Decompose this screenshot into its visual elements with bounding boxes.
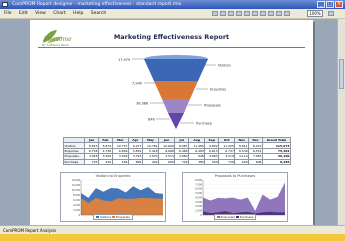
proposals-purchases-chart: 8,000 7,000 6,000 5,000 4,000 3,000 2,000 1,000… (182, 172, 288, 222)
report-title: Marketing Effectiveness Report (113, 33, 230, 41)
vertical-scrollbar[interactable] (337, 19, 345, 225)
y-tick-label: 10,000 (72, 189, 81, 192)
menu-file[interactable]: File (4, 11, 12, 16)
app-icon (2, 2, 8, 7)
y-tick-label: 3,000 (195, 201, 202, 204)
table-cell: 590 (204, 158, 220, 165)
legend-item: Proposals Purchase (213, 214, 257, 220)
app-window: ComPROM Report designer - marketing effe… (0, 0, 345, 234)
legend-swatch (235, 216, 239, 218)
visitors-enquiries-chart: 14,000 12,000 10,000 8,000 6,000 4,000 2,000 0 … (60, 172, 166, 222)
funnel-label-visitors: Visitors (218, 64, 231, 68)
table-cell: 594 (111, 158, 130, 165)
table-cell: 600 (234, 158, 250, 165)
y-tick-label: 4,000 (195, 196, 202, 199)
toolbar-redo-icon[interactable] (220, 11, 226, 16)
menu-search[interactable]: Search (91, 11, 106, 16)
table-cell: 402 (141, 158, 160, 165)
legend-label: Visitors (100, 215, 112, 219)
funnel-value-enquiries: 7,940 (132, 82, 142, 86)
status-bar: ComPROM Report Analysis (0, 225, 345, 234)
legend-label: Proposals (220, 215, 235, 219)
window-title: ComPROM Report designer - marketing effe… (12, 2, 182, 7)
funnel-value-visitors: 17,979 (118, 58, 130, 62)
grand-total-cell: 8,465 (261, 158, 292, 165)
toolbar-export-icon[interactable] (276, 11, 282, 16)
y-tick-label: 6,000 (195, 188, 202, 191)
status-text: ComPROM Report Analysis (3, 228, 57, 233)
table-cell: 605 (158, 158, 176, 165)
toolbar-undo-icon[interactable] (212, 11, 218, 16)
funnel-label-proposals: Proposals (204, 104, 221, 108)
menu-edit[interactable]: Edit (19, 11, 28, 16)
toolbar-table-icon[interactable] (268, 11, 274, 16)
y-tick-label: 12,000 (72, 184, 81, 187)
funnel-chart: 17,979 Visitors 7,940 Enquiries 36,086 P… (118, 55, 231, 129)
toolbar-print-icon[interactable] (252, 11, 258, 16)
y-tick-label: 5,000 (195, 192, 202, 195)
y-tick-label: 2,000 (195, 205, 202, 208)
table-cell: 608 (248, 158, 263, 165)
funnel-label-enquiries: Enquiries (210, 88, 226, 92)
y-tick-label: 8,000 (195, 179, 202, 182)
funnel-segment-enquiries (154, 81, 198, 99)
funnel-value-purchase: 846 (148, 118, 155, 122)
funnel-segment-proposals (162, 99, 190, 113)
y-tick-label: 2,000 (73, 209, 80, 212)
y-tick-label: 4,000 (73, 204, 80, 207)
menu-view[interactable]: View (35, 11, 46, 16)
y-tick-label: 1,000 (195, 210, 202, 213)
toolbar-chart-icon[interactable] (260, 11, 266, 16)
toolbar-copy-icon[interactable] (236, 11, 242, 16)
y-tick-label: 8,000 (73, 194, 80, 197)
table-cell: 795 (84, 158, 99, 165)
toolbar-cut-icon[interactable] (228, 11, 234, 16)
legend-swatch (216, 216, 220, 218)
table-cell: 420 (97, 158, 113, 165)
table-cell: 896 (128, 158, 143, 165)
funnel-segment-purchase (168, 113, 184, 129)
funnel-label-purchase: Purchase (196, 122, 212, 126)
funnel-segment-visitors (144, 59, 208, 81)
menu-chart[interactable]: Chart (53, 11, 65, 16)
menu-bar: File Edit View Chart Help Search (0, 9, 345, 19)
title-bar: ComPROM Report designer - marketing effe… (0, 0, 345, 9)
chart-legend: Visitors Enquiries (61, 214, 165, 220)
chart-title: Visitors to Enquiries (95, 174, 131, 178)
y-tick-label: 6,000 (73, 199, 80, 202)
table-row: Purchase 795 420 594 896 402 605 726 385… (62, 158, 292, 165)
title-divider (38, 47, 305, 48)
toolbar-settings-icon[interactable] (284, 11, 290, 16)
series-area-enquiries (81, 197, 163, 215)
row-label: Purchase (62, 158, 86, 165)
scrollbar-thumb[interactable] (339, 59, 344, 89)
report-page: Awesome By Software Team Marketing Effec… (30, 20, 313, 226)
close-button[interactable]: × (335, 1, 343, 8)
maximize-button[interactable]: □ (326, 1, 334, 8)
zoom-select[interactable]: 100% (307, 10, 323, 17)
legend-label: Purchase (239, 215, 254, 219)
legend-label: Enquiries (116, 215, 130, 219)
toolbar-help-icon[interactable] (328, 11, 334, 16)
table-cell: 726 (174, 158, 190, 165)
table-cell: 736 (218, 158, 236, 165)
legend-item: Visitors Enquiries (93, 214, 133, 220)
y-tick-label: 7,000 (195, 183, 202, 186)
series-area-proposals (203, 182, 285, 215)
legend-swatch (112, 216, 116, 218)
menu-help[interactable]: Help (73, 11, 83, 16)
table-cell: 385 (188, 158, 206, 165)
funnel-value-proposals: 36,086 (136, 102, 148, 106)
chart-legend: Proposals Purchase (183, 214, 287, 220)
toolbar-paste-icon[interactable] (244, 11, 250, 16)
legend-swatch (96, 216, 100, 218)
data-table: Jan Feb Mar Apr May Jun Jul Aug Sep Oct … (62, 136, 292, 165)
minimize-button[interactable]: _ (317, 1, 325, 8)
chart-title: Proposals to Purchases (214, 174, 256, 178)
y-tick-label: 14,000 (72, 179, 81, 182)
